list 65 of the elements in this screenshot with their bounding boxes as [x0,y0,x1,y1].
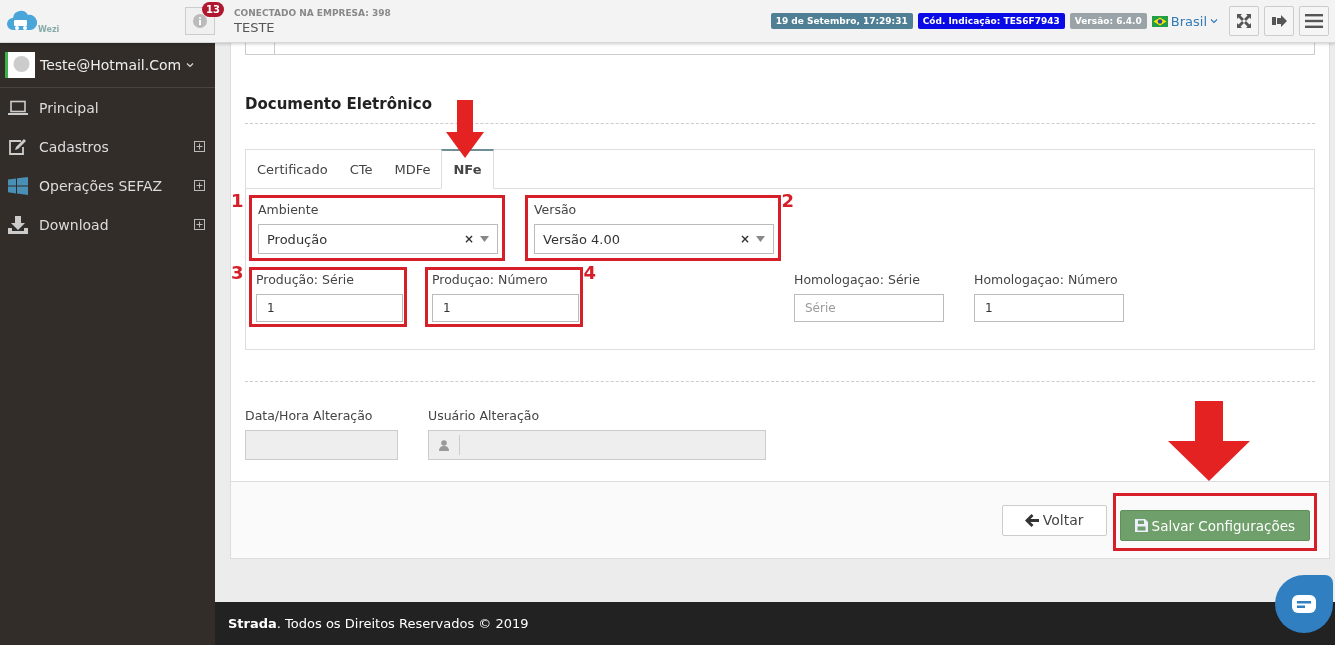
input-field[interactable]: 1 [974,294,1124,322]
clear-icon[interactable]: × [739,232,750,246]
language-selector[interactable]: Brasil [1151,13,1218,29]
tab[interactable]: Certificado [246,150,339,188]
company-label: CONECTADO NA EMPRESA: 398 [234,7,391,18]
company-name: TESTE [234,19,276,35]
notification-badge: 13 [202,2,224,17]
clear-icon[interactable]: × [463,232,474,246]
tab[interactable]: CTe [338,150,384,188]
sidebar-item[interactable]: Operações SEFAZ [0,166,215,205]
annotation-number: 2 [781,190,795,211]
logout-icon [1271,14,1287,28]
header-badge: Cód. Indicação: TES6F7943 [917,13,1065,29]
user-icon [439,439,449,451]
caret-icon [480,236,489,242]
annotation-number: 4 [583,262,597,283]
chat-icon [1292,595,1316,613]
edit-icon [8,137,28,156]
chat-button[interactable] [1275,575,1333,633]
field-label: Homologaçao: Número [974,272,1119,287]
fullscreen-button[interactable] [1229,6,1259,36]
windows-icon [8,176,28,195]
logout-button[interactable] [1264,6,1294,36]
info-icon [193,14,207,28]
sidebar-item[interactable]: Cadastros [0,127,215,166]
expand-icon [1236,13,1252,29]
avatar-icon [5,52,35,78]
annotation-number: 3 [231,262,244,283]
field-label: Versão [534,202,578,217]
header-badge: Versão: 6.4.0 [1069,13,1147,29]
field-label: Produçao: Número [432,272,549,287]
section-title: Documento Eletrônico [245,95,433,113]
sidebar-item[interactable]: Download [0,205,215,244]
user-menu[interactable]: Teste@Hotmail.Com [40,57,182,73]
input-field[interactable]: Série [794,294,944,322]
flag-icon [1151,15,1168,27]
input-field[interactable]: 1 [256,294,403,322]
plus-square-icon [194,180,205,191]
copyright-text: Strada. Todos os Direitos Reservados © 2019 [228,616,529,631]
back-button[interactable]: Voltar [1001,504,1107,536]
sidebar-item[interactable]: Principal [0,88,215,127]
field-label: Ambiente [258,202,320,217]
plus-square-icon [194,141,205,152]
download-icon [8,215,28,234]
arrow-left-icon [1024,513,1039,527]
field-label: Produção: Série [256,272,355,287]
chevron-down-icon [1210,18,1218,24]
input-field[interactable]: 1 [432,294,579,322]
menu-icon [1305,14,1323,28]
field-label: Homologaçao: Série [794,272,921,287]
field-label: Usuário Alteração [428,408,540,423]
select-field[interactable]: Versão 4.00 × [534,224,774,254]
annotation-number: 1 [231,190,244,211]
logo-text: Wezi [38,25,60,34]
select-field[interactable]: Produção × [258,224,498,254]
tab[interactable]: NFe [441,149,494,189]
laptop-icon [8,99,28,116]
plus-square-icon [194,219,205,230]
menu-button[interactable] [1299,6,1329,36]
field-label: Data/Hora Alteração [245,408,373,423]
header-badge: 19 de Setembro, 17:29:31 [770,13,913,29]
input-field[interactable] [245,43,1315,55]
chevron-down-icon [186,62,195,68]
tab[interactable]: MDFe [383,150,442,188]
caret-icon [756,236,765,242]
